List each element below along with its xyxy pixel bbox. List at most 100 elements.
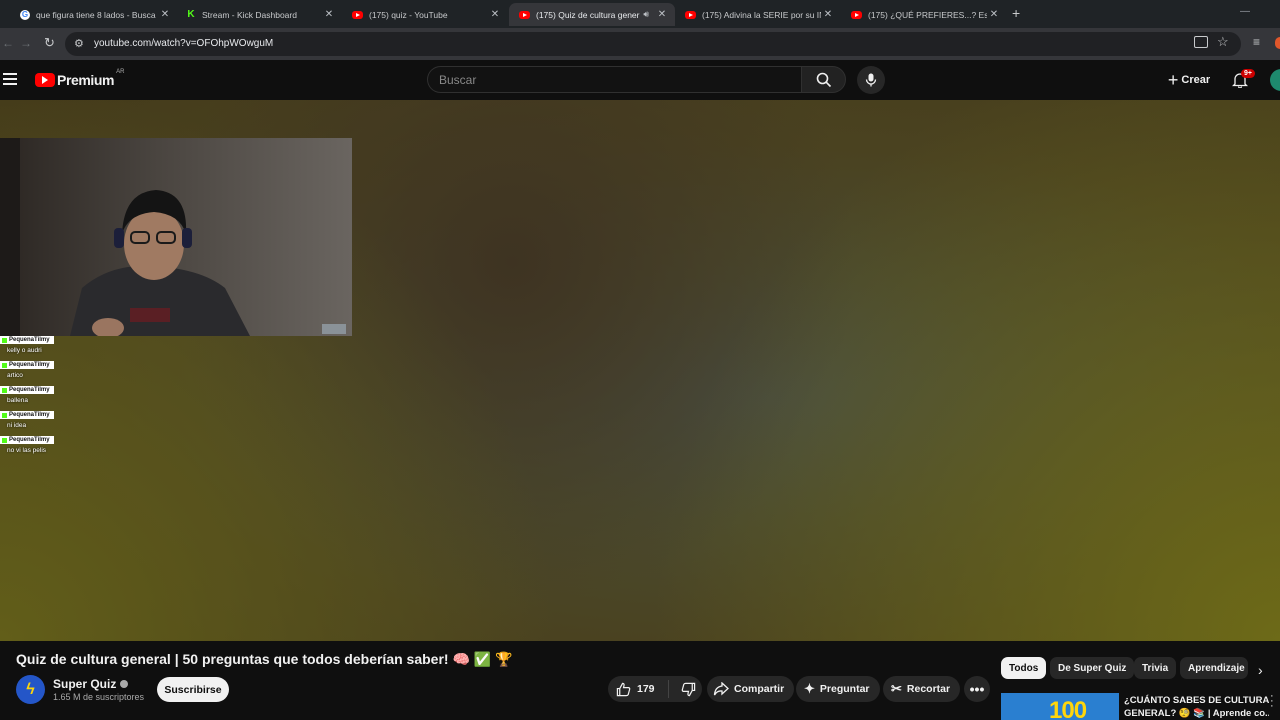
recommended-title[interactable]: ¿CUÁNTO SABES DE CULTURA GENERAL? 🧐 📚 | …: [1124, 694, 1269, 720]
browser-tab[interactable]: (175) Adivina la SERIE por su IN ✕: [675, 3, 841, 26]
site-info-icon[interactable]: ⚙︎: [74, 37, 84, 50]
chat-username: PequenaTilmy: [9, 337, 50, 343]
search-button[interactable]: [801, 66, 846, 93]
url-text[interactable]: youtube.com/watch?v=OFOhpWOwguM: [94, 38, 273, 49]
notifications-button[interactable]: 9+: [1231, 69, 1255, 93]
region-code: AR: [116, 69, 125, 75]
thumbnail-text: 100: [1049, 697, 1087, 720]
chat-username-tag: PequenaTilmy: [0, 336, 54, 344]
browser-tab[interactable]: G que figura tiene 8 lados - Busca ✕: [10, 3, 178, 26]
verified-icon: [120, 680, 129, 688]
youtube-icon: [352, 10, 363, 19]
subscriber-count: 1.65 M de suscriptores: [53, 692, 145, 702]
subscribe-button[interactable]: Suscribirse: [157, 677, 229, 702]
plus-icon: +: [1167, 69, 1179, 90]
kick-badge-icon: [2, 337, 7, 343]
browser-tab[interactable]: (175) ¿QUÉ PREFIERES...? Espec ✕: [841, 3, 1007, 26]
kick-badge-icon: [2, 387, 7, 393]
recommended-title-line: GENERAL? 🧐 📚 | Aprende co...: [1124, 708, 1269, 719]
profile-avatar[interactable]: [1275, 37, 1280, 49]
minimize-icon[interactable]: —: [1240, 6, 1250, 17]
more-actions-button[interactable]: •••: [964, 676, 990, 702]
voice-search-button[interactable]: [857, 66, 885, 94]
chat-message: PequenaTilmy ni idea: [0, 411, 54, 429]
chat-text: artico: [7, 371, 23, 379]
kick-badge-icon: [2, 362, 7, 368]
youtube-logo-icon: [35, 73, 55, 87]
chat-username-tag: PequenaTilmy: [0, 436, 54, 444]
close-icon[interactable]: ✕: [488, 9, 502, 20]
clip-button[interactable]: ✂ Recortar: [883, 676, 961, 702]
scissors-icon: ✂: [891, 681, 902, 696]
tab-title: (175) Adivina la SERIE por su IN: [702, 9, 821, 20]
chip-trivia[interactable]: Trivia: [1134, 657, 1177, 679]
more-vert-icon[interactable]: · · ·: [1270, 691, 1274, 712]
install-app-icon[interactable]: [1194, 36, 1208, 48]
ask-button[interactable]: ✦ Preguntar: [796, 676, 880, 702]
chat-username: PequenaTilmy: [9, 412, 50, 418]
thumbs-up-icon: [616, 682, 631, 696]
thumbs-down-icon: [681, 682, 696, 696]
create-button[interactable]: + Crear: [1160, 66, 1218, 93]
channel-name[interactable]: Super Quiz: [53, 677, 129, 691]
chat-text: ni idea: [7, 421, 27, 429]
browser-tab[interactable]: (175) quiz - YouTube ✕: [342, 3, 508, 26]
share-button[interactable]: Compartir: [707, 676, 795, 702]
chip-todos[interactable]: Todos: [1001, 657, 1047, 679]
browser-tab[interactable]: K Stream - Kick Dashboard ✕: [176, 3, 342, 26]
close-icon[interactable]: ✕: [655, 9, 669, 20]
chat-text: kelly o audri: [7, 346, 42, 354]
youtube-premium-logo[interactable]: Premium AR: [35, 69, 125, 88]
menu-icon[interactable]: [3, 73, 17, 85]
lightning-icon: ϟ: [26, 680, 35, 698]
reload-icon[interactable]: ↻: [44, 35, 55, 51]
chevron-right-icon[interactable]: ›: [1258, 662, 1263, 678]
notification-badge: 9+: [1241, 69, 1255, 78]
like-button[interactable]: 179: [608, 680, 669, 698]
chat-username: PequenaTilmy: [9, 387, 50, 393]
more-icon: •••: [969, 681, 985, 697]
browser-tab-strip: G que figura tiene 8 lados - Busca ✕ K S…: [0, 0, 1280, 28]
google-g-icon: G: [20, 9, 30, 20]
share-icon: [713, 682, 729, 696]
browser-tab-active[interactable]: (175) Quiz de cultura gener 🔊︎ ✕: [509, 3, 675, 26]
chat-username-tag: PequenaTilmy: [0, 361, 54, 369]
channel-avatar[interactable]: ϟ: [16, 675, 45, 704]
kick-badge-icon: [2, 437, 7, 443]
youtube-icon: [851, 10, 862, 19]
close-icon[interactable]: ✕: [322, 9, 336, 20]
chat-username-tag: PequenaTilmy: [0, 411, 54, 419]
chip-aprendizaje[interactable]: Aprendizaje: [1180, 657, 1248, 679]
youtube-icon: [685, 10, 696, 19]
dislike-button[interactable]: [669, 682, 696, 697]
webcam-overlay: [0, 138, 352, 336]
chip-de-super-quiz[interactable]: De Super Quiz: [1050, 657, 1135, 679]
bookmark-star-icon[interactable]: ☆: [1217, 34, 1229, 50]
new-tab-icon[interactable]: +: [1012, 5, 1020, 21]
video-title: Quiz de cultura general | 50 preguntas q…: [16, 651, 513, 667]
ask-label: Preguntar: [819, 683, 870, 695]
like-dislike-group: 179: [608, 676, 702, 702]
back-icon[interactable]: ←: [2, 36, 14, 50]
chat-message: PequenaTilmy artico: [0, 361, 54, 379]
kick-icon: K: [186, 9, 196, 20]
media-control-icon[interactable]: ≡: [1253, 35, 1260, 49]
tab-title: Stream - Kick Dashboard: [202, 9, 297, 20]
chat-message: PequenaTilmy no vi las pelis: [0, 436, 54, 454]
like-count: 179: [637, 683, 655, 695]
search-input[interactable]: Buscar: [427, 66, 801, 93]
tab-title: (175) ¿QUÉ PREFIERES...? Espec: [868, 9, 987, 20]
forward-icon[interactable]: →: [20, 36, 32, 50]
recommended-thumbnail[interactable]: 100: [1001, 693, 1119, 720]
youtube-icon: [519, 10, 530, 19]
video-player[interactable]: PequenaTilmy kelly o audri PequenaTilmy …: [0, 100, 1280, 641]
close-icon[interactable]: ✕: [158, 9, 172, 20]
clip-label: Recortar: [906, 683, 951, 695]
close-icon[interactable]: ✕: [821, 9, 835, 20]
sparkle-icon: ✦: [804, 681, 815, 696]
chat-username: PequenaTilmy: [9, 362, 50, 368]
close-icon[interactable]: ✕: [987, 9, 1001, 20]
speaker-icon[interactable]: 🔊︎: [643, 9, 649, 20]
chat-text: no vi las pelis: [7, 446, 47, 454]
chat-message: PequenaTilmy kelly o audri: [0, 336, 54, 354]
